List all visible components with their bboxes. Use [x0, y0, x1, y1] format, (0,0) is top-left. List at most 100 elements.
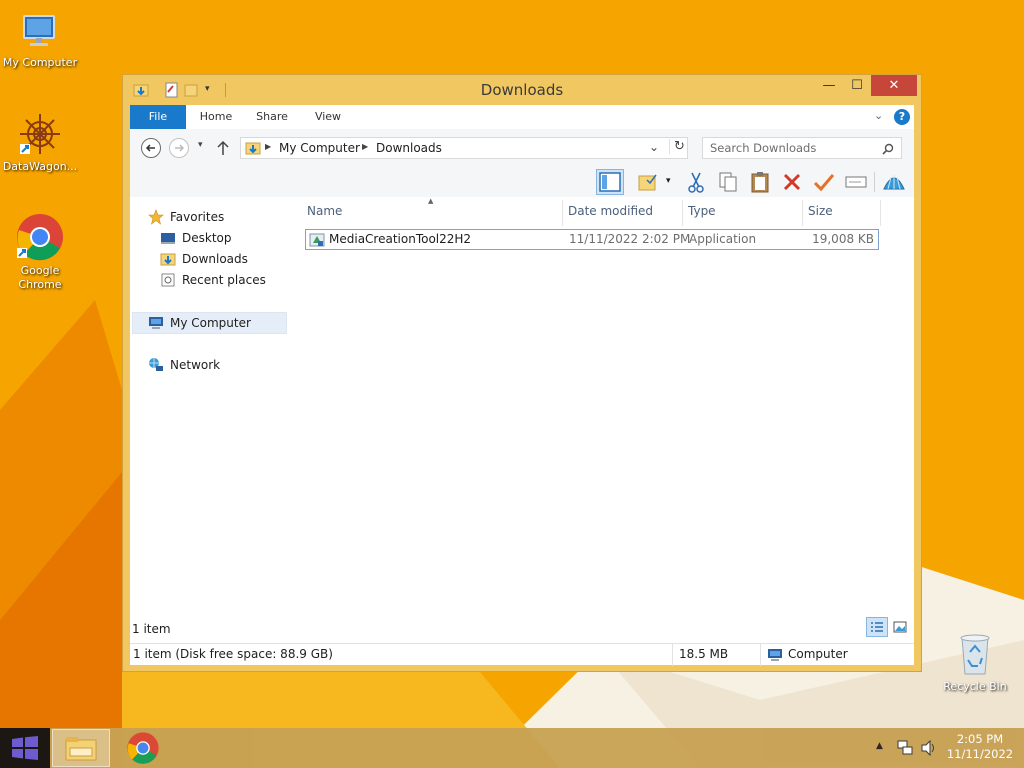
- scissors-icon: [688, 172, 704, 193]
- nav-recent-places[interactable]: Recent places: [160, 270, 266, 290]
- desktop-icon-datawagon[interactable]: DataWagon...: [0, 110, 80, 174]
- desktop-icon-label: DataWagon...: [2, 160, 78, 173]
- clock[interactable]: 2:05 PM 11/11/2022: [944, 732, 1016, 762]
- breadcrumb-downloads[interactable]: Downloads: [376, 141, 442, 155]
- search-input[interactable]: Search Downloads: [702, 137, 902, 159]
- taskbar-google-chrome[interactable]: [120, 728, 166, 768]
- search-icon[interactable]: [882, 143, 894, 155]
- recycle-bin-icon: [960, 634, 990, 675]
- downloads-folder-icon: [160, 253, 176, 266]
- details-view-icon: [871, 622, 883, 632]
- content-area: Favorites Desktop Downloads Recent place…: [130, 197, 914, 643]
- nav-my-computer-label: My Computer: [170, 316, 251, 330]
- nav-desktop-label: Desktop: [182, 231, 232, 245]
- nav-favorites[interactable]: Favorites: [148, 207, 224, 227]
- column-separator[interactable]: [880, 200, 881, 226]
- paste-button[interactable]: [746, 169, 774, 195]
- show-hidden-icons-icon[interactable]: ▲: [876, 741, 883, 751]
- folder-options-dropdown-icon[interactable]: ▾: [666, 176, 671, 186]
- apply-button[interactable]: [810, 169, 838, 195]
- toolbar-separator: [874, 172, 875, 192]
- refresh-icon[interactable]: ↻: [669, 139, 685, 154]
- up-arrow-icon[interactable]: [216, 140, 230, 156]
- title-bar[interactable]: ▾ Downloads — ☐ ✕: [123, 75, 921, 105]
- copy-button[interactable]: [714, 169, 742, 195]
- shell-button[interactable]: [880, 169, 908, 195]
- volume-icon[interactable]: [920, 739, 938, 757]
- start-button[interactable]: [0, 728, 50, 768]
- back-button[interactable]: [141, 138, 161, 158]
- folder-check-icon: [638, 174, 657, 191]
- nav-downloads[interactable]: Downloads: [160, 249, 248, 269]
- help-icon[interactable]: ?: [894, 109, 910, 125]
- desktop-icon: [161, 233, 175, 244]
- file-explorer-icon: [65, 737, 97, 761]
- delete-button[interactable]: [778, 169, 806, 195]
- status-separator: [672, 644, 673, 666]
- column-header-size[interactable]: Size: [808, 204, 833, 222]
- column-separator[interactable]: [802, 200, 803, 226]
- column-separator[interactable]: [562, 200, 563, 226]
- tab-share[interactable]: Share: [250, 105, 294, 129]
- ribbon-tabs: File Home Share View ⌄ ?: [130, 105, 914, 129]
- status-separator: [760, 644, 761, 666]
- downloads-folder-icon: [245, 142, 261, 155]
- column-header-date-modified[interactable]: Date modified: [568, 204, 653, 222]
- large-icons-view-button[interactable]: [891, 618, 909, 636]
- column-header-name[interactable]: Name: [307, 204, 342, 222]
- forward-button[interactable]: [169, 138, 189, 158]
- delete-x-icon: [783, 173, 801, 191]
- breadcrumb-my-computer[interactable]: My Computer: [279, 141, 360, 155]
- network-tray-icon[interactable]: [896, 739, 914, 757]
- desktop-icon-google-chrome[interactable]: Google Chrome: [0, 212, 80, 292]
- minimize-button[interactable]: —: [815, 75, 843, 96]
- status-size: 18.5 MB: [679, 647, 729, 661]
- column-header-type[interactable]: Type: [688, 204, 716, 222]
- address-dropdown-icon[interactable]: ⌄: [649, 140, 659, 154]
- nav-recent-places-label: Recent places: [182, 273, 266, 287]
- breadcrumb-separator-icon: ▶: [362, 142, 369, 151]
- file-type: Application: [689, 232, 757, 246]
- desktop-icon-my-computer[interactable]: My Computer: [0, 10, 80, 70]
- clipboard-icon: [751, 172, 769, 193]
- file-list: ▲ Name Date modified Type Size MediaCrea…: [300, 197, 914, 643]
- large-icons-view-icon: [893, 621, 907, 633]
- shell-icon: [883, 175, 905, 190]
- close-button[interactable]: ✕: [871, 75, 917, 96]
- address-bar[interactable]: ▶ My Computer ▶ Downloads ⌄ ↻: [240, 137, 688, 159]
- copy-icon: [719, 172, 737, 192]
- toolbar: ▾: [130, 167, 914, 197]
- desktop-icon-label: My Computer: [2, 56, 78, 69]
- column-separator[interactable]: [682, 200, 683, 226]
- preview-pane-button[interactable]: [596, 169, 624, 195]
- chrome-icon: [127, 732, 159, 764]
- status-computer: Computer: [788, 647, 848, 661]
- nav-desktop[interactable]: Desktop: [160, 228, 232, 248]
- file-row[interactable]: MediaCreationTool22H2 11/11/2022 2:02 PM…: [305, 229, 879, 250]
- forward-arrow-icon: [175, 144, 185, 152]
- cut-button[interactable]: [682, 169, 710, 195]
- tab-file[interactable]: File: [130, 105, 186, 129]
- folder-options-button[interactable]: [634, 169, 662, 195]
- nav-my-computer[interactable]: My Computer: [148, 313, 251, 333]
- nav-network[interactable]: Network: [148, 355, 220, 375]
- item-count: 1 item: [132, 622, 171, 636]
- tab-home[interactable]: Home: [194, 105, 238, 129]
- window-title: Downloads: [480, 81, 564, 99]
- status-detail: 1 item (Disk free space: 88.9 GB): [133, 647, 333, 661]
- file-name: MediaCreationTool22H2: [329, 232, 472, 246]
- desktop-icon-recycle-bin[interactable]: Recycle Bin: [935, 630, 1015, 694]
- computer-icon: [768, 649, 782, 661]
- taskbar-file-explorer[interactable]: [52, 729, 110, 767]
- details-view-button[interactable]: [866, 617, 888, 637]
- ribbon-expand-icon[interactable]: ⌄: [874, 109, 883, 122]
- rename-button[interactable]: [842, 169, 870, 195]
- rename-icon: [845, 176, 867, 188]
- nav-favorites-label: Favorites: [170, 210, 225, 224]
- navigation-pane: Favorites Desktop Downloads Recent place…: [130, 197, 290, 643]
- sort-ascending-icon: ▲: [428, 197, 434, 205]
- checkmark-icon: [813, 174, 835, 192]
- tab-view[interactable]: View: [306, 105, 350, 129]
- maximize-button[interactable]: ☐: [843, 75, 871, 96]
- recent-locations-icon[interactable]: ▾: [198, 140, 203, 150]
